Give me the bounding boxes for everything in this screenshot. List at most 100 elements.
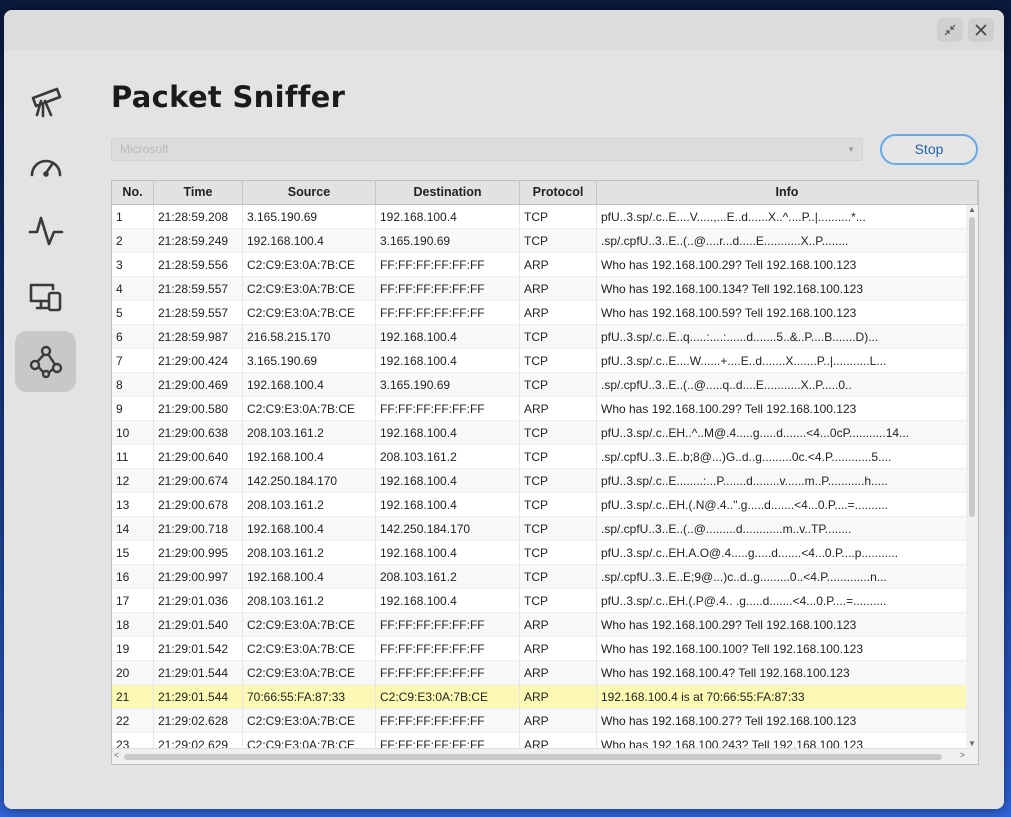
table-row[interactable]: 11 21:29:00.640 192.168.100.4 208.103.161.2… [112,445,967,469]
cell-no: 13 [112,493,154,517]
table-row[interactable]: 3 21:28:59.556 C2:C9:E3:0A:7B:CE FF:FF:FF:F… [112,253,967,277]
cell-no: 4 [112,277,154,301]
table-row[interactable]: 2 21:28:59.249 192.168.100.4 3.165.190.69 TC… [112,229,967,253]
horizontal-scrollbar[interactable]: < > [112,748,967,764]
table-row[interactable]: 18 21:29:01.540 C2:C9:E3:0A:7B:CE FF:FF:FF:… [112,613,967,637]
cell-protocol: TCP [520,373,597,397]
cell-no: 7 [112,349,154,373]
cell-protocol: TCP [520,517,597,541]
table-row[interactable]: 21 21:29:01.544 70:66:55:FA:87:33 C2:C9:E3:… [112,685,967,709]
cell-source: 3.165.190.69 [243,349,376,373]
cell-time: 21:29:01.542 [154,637,243,661]
cell-protocol: ARP [520,733,597,749]
cell-info: pfU..3.sp/.c..EH..^..M@.4.....g.....d...… [597,421,967,445]
scroll-down-icon[interactable]: ▼ [966,739,978,749]
table-row[interactable]: 5 21:28:59.557 C2:C9:E3:0A:7B:CE FF:FF:FF:F… [112,301,967,325]
scroll-corner [966,749,978,764]
table-row[interactable]: 12 21:29:00.674 142.250.184.170 192.168.100… [112,469,967,493]
table-row[interactable]: 7 21:29:00.424 3.165.190.69 192.168.100.4 TC… [112,349,967,373]
cell-destination: FF:FF:FF:FF:FF:FF [376,253,520,277]
stop-button[interactable]: Stop [880,134,978,165]
cell-time: 21:29:00.469 [154,373,243,397]
cell-source: C2:C9:E3:0A:7B:CE [243,733,376,749]
table-body: 1 21:28:59.208 3.165.190.69 192.168.100.4 TC… [112,205,967,749]
cell-destination: FF:FF:FF:FF:FF:FF [376,661,520,685]
table-row[interactable]: 9 21:29:00.580 C2:C9:E3:0A:7B:CE FF:FF:FF:F… [112,397,967,421]
cell-no: 3 [112,253,154,277]
cell-no: 5 [112,301,154,325]
sidebar-item-sniffer[interactable] [15,331,76,392]
cell-info: pfU..3.sp/.c..E....W......+....E..d.....… [597,349,967,373]
table-row[interactable]: 22 21:29:02.628 C2:C9:E3:0A:7B:CE FF:FF:FF:… [112,709,967,733]
cell-no: 10 [112,421,154,445]
interface-select[interactable]: Microsoft ▼ [111,138,863,161]
cell-info: .sp/.cpfU..3..E..E;9@...)c..d..g........… [597,565,967,589]
cell-destination: 3.165.190.69 [376,373,520,397]
table-row[interactable]: 19 21:29:01.542 C2:C9:E3:0A:7B:CE FF:FF:FF:… [112,637,967,661]
cell-protocol: TCP [520,229,597,253]
sidebar-item-activity[interactable] [15,200,76,261]
cell-no: 15 [112,541,154,565]
cell-source: 142.250.184.170 [243,469,376,493]
cell-source: 208.103.161.2 [243,493,376,517]
sidebar-item-devices[interactable] [15,265,76,326]
table-row[interactable]: 17 21:29:01.036 208.103.161.2 192.168.100.4… [112,589,967,613]
horizontal-scroll-thumb[interactable] [124,754,942,760]
column-header[interactable]: No. [112,181,154,204]
table-row[interactable]: 20 21:29:01.544 C2:C9:E3:0A:7B:CE FF:FF:FF:… [112,661,967,685]
close-button[interactable] [968,18,994,42]
table-row[interactable]: 4 21:28:59.557 C2:C9:E3:0A:7B:CE FF:FF:FF:F… [112,277,967,301]
cell-protocol: TCP [520,349,597,373]
cell-destination: 208.103.161.2 [376,565,520,589]
cell-source: C2:C9:E3:0A:7B:CE [243,709,376,733]
cell-no: 20 [112,661,154,685]
table-row[interactable]: 1 21:28:59.208 3.165.190.69 192.168.100.4 TC… [112,205,967,229]
cell-time: 21:29:01.544 [154,661,243,685]
table-row[interactable]: 6 21:28:59.987 216.58.215.170 192.168.100.4… [112,325,967,349]
cell-no: 12 [112,469,154,493]
collapse-button[interactable] [937,18,963,42]
table-row[interactable]: 14 21:29:00.718 192.168.100.4 142.250.184.1… [112,517,967,541]
cell-destination: FF:FF:FF:FF:FF:FF [376,277,520,301]
column-header[interactable]: Source [243,181,376,204]
cell-destination: FF:FF:FF:FF:FF:FF [376,637,520,661]
column-header[interactable]: Protocol [520,181,597,204]
sidebar-item-speed[interactable] [15,135,76,196]
cell-info: Who has 192.168.100.29? Tell 192.168.100… [597,253,967,277]
cell-no: 21 [112,685,154,709]
cell-source: C2:C9:E3:0A:7B:CE [243,277,376,301]
cell-destination: 192.168.100.4 [376,325,520,349]
cell-info: Who has 192.168.100.134? Tell 192.168.10… [597,277,967,301]
cell-source: C2:C9:E3:0A:7B:CE [243,661,376,685]
cell-source: C2:C9:E3:0A:7B:CE [243,301,376,325]
table-row[interactable]: 15 21:29:00.995 208.103.161.2 192.168.100.4… [112,541,967,565]
scroll-left-icon[interactable]: < [114,750,119,760]
column-header[interactable]: Destination [376,181,520,204]
table-row[interactable]: 10 21:29:00.638 208.103.161.2 192.168.100.4… [112,421,967,445]
scroll-up-icon[interactable]: ▲ [966,205,978,215]
column-header[interactable]: Time [154,181,243,204]
cell-source: 208.103.161.2 [243,541,376,565]
cell-time: 21:29:02.628 [154,709,243,733]
cell-protocol: TCP [520,589,597,613]
table-row[interactable]: 23 21:29:02.629 C2:C9:E3:0A:7B:CE FF:FF:FF:… [112,733,967,749]
telescope-icon [31,87,61,117]
table-row[interactable]: 16 21:29:00.997 192.168.100.4 208.103.161.2… [112,565,967,589]
collapse-icon [944,24,956,36]
cell-info: pfU..3.sp/.c..EH.(.N@.4..".g.....d......… [597,493,967,517]
scroll-right-icon[interactable]: > [960,750,965,760]
cell-destination: 192.168.100.4 [376,421,520,445]
table-row[interactable]: 13 21:29:00.678 208.103.161.2 192.168.100.4… [112,493,967,517]
interface-select-value: Microsoft [120,142,169,156]
cell-protocol: TCP [520,421,597,445]
table-row[interactable]: 8 21:29:00.469 192.168.100.4 3.165.190.69 TC… [112,373,967,397]
cell-info: Who has 192.168.100.4? Tell 192.168.100.… [597,661,967,685]
cell-source: 192.168.100.4 [243,565,376,589]
cell-destination: 192.168.100.4 [376,469,520,493]
column-header[interactable]: Info [597,181,978,204]
sidebar-item-telescope[interactable] [15,70,76,131]
vertical-scrollbar[interactable]: ▲ ▼ [966,205,978,749]
vertical-scroll-thumb[interactable] [969,217,975,517]
cell-time: 21:29:01.540 [154,613,243,637]
cell-time: 21:29:00.678 [154,493,243,517]
